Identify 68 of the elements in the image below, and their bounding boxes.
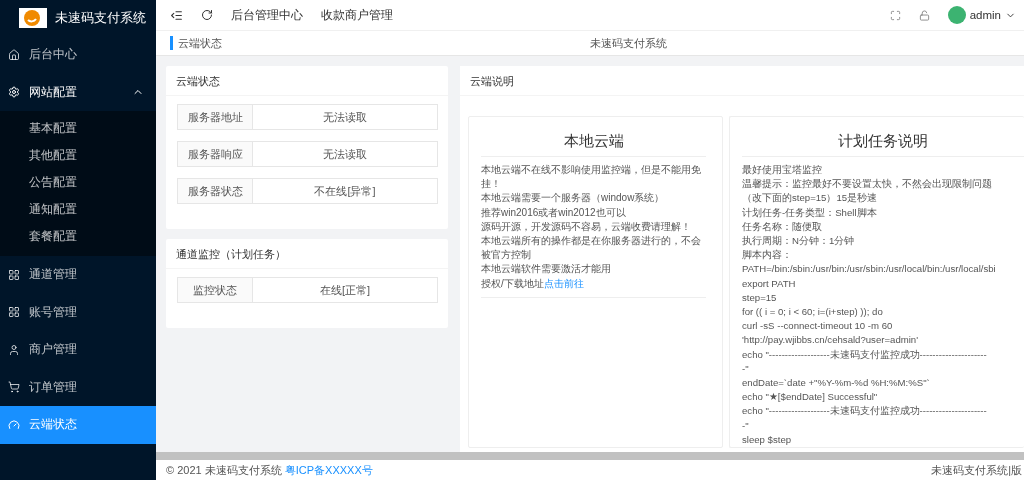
- sidebar-item[interactable]: 后台中心: [0, 36, 156, 74]
- nav-link[interactable]: 收款商户管理: [321, 7, 393, 23]
- field-label: 服务器响应: [177, 141, 253, 167]
- info-text: 本地云端不在线不影响使用监控端，但是不能用免挂！: [481, 163, 702, 192]
- field-value: 无法读取: [253, 141, 438, 167]
- tab[interactable]: 云端状态: [170, 36, 222, 50]
- info-text: 源码开源，开发源码不容易，云端收费请理解！: [481, 219, 692, 234]
- info-text: 推荐win2016或者win2012也可以: [481, 205, 627, 220]
- scrollbar[interactable]: [156, 452, 1024, 460]
- sidebar-item[interactable]: 商户管理: [0, 331, 156, 369]
- info-text: 最好使用宝塔监控: [742, 163, 823, 177]
- menu-icon: [8, 343, 20, 356]
- field-value: 在线[正常]: [253, 277, 438, 303]
- info-text: 任务名称：随便取: [742, 219, 823, 234]
- lock-icon[interactable]: [918, 9, 930, 21]
- info-text: 本地云端需要一个服务器（window系统）: [481, 191, 666, 206]
- field-label: 服务器地址: [177, 104, 253, 130]
- info-text: echo "-------------------未速码支付监控成功---------------------: [742, 347, 988, 362]
- sidebar-item[interactable]: 通道管理: [0, 256, 156, 294]
- menu-icon: [8, 268, 20, 281]
- info-text: PATH=/bin:/sbin:/usr/bin:/usr/sbin:/usr/local/bin:/usr/local/sbi: [742, 262, 997, 277]
- user-name[interactable]: admin: [969, 9, 1001, 21]
- avatar[interactable]: [947, 6, 966, 24]
- field-value: 无法读取: [253, 104, 438, 130]
- info-text: -": [742, 361, 750, 376]
- info-text: 本地云端软件需要激活才能用: [481, 262, 612, 277]
- panel-title: 云端说明: [460, 66, 1024, 96]
- refresh-icon[interactable]: [201, 9, 213, 21]
- info-text: 'http://pay.wjibbs.cn/cehsald?user=admin': [742, 333, 919, 348]
- page-title: 未速码支付系统: [590, 35, 667, 51]
- card-title: 云端状态: [166, 66, 448, 96]
- info-text: for (( i = 0; i < 60; i=(i+step) )); do: [742, 305, 884, 320]
- info-text: 计划任务-任务类型：Shell脚本: [742, 205, 878, 220]
- menu-icon: [8, 48, 20, 61]
- info-text: echo "★[$endDate] Successful": [742, 390, 879, 405]
- info-text: （改下面的step=15）15是秒速: [742, 191, 879, 206]
- info-text: echo "-------------------未速码支付监控成功---------------------: [742, 404, 988, 419]
- field-value: 不在线[异常]: [253, 178, 438, 204]
- copyright-text: © 2021 未速码支付系统: [166, 462, 283, 478]
- sidebar-item[interactable]: 账号管理: [0, 293, 156, 331]
- info-text: step=15: [742, 290, 778, 305]
- menu-icon: [8, 86, 20, 99]
- info-text: 执行周期：N分钟：1分钟: [742, 234, 856, 248]
- info-text: endDate=`date +"%Y-%m-%d %H:%M:%S"`: [742, 376, 931, 391]
- card-title: 本地云端: [481, 125, 706, 157]
- sidebar-item[interactable]: 网站配置: [0, 73, 156, 111]
- info-text: sleep $step: [742, 432, 793, 447]
- field-label: 服务器状态: [177, 178, 253, 204]
- menu-icon: [8, 306, 20, 319]
- menu-icon[interactable]: [170, 8, 183, 22]
- info-text: 温馨提示：监控最好不要设置太快，不然会出现限制问题: [742, 177, 993, 192]
- info-text: 本地云端所有的操作都是在你服务器进行的，不会被官方控制: [481, 234, 702, 263]
- footer-text: 未速码支付系统|版: [931, 462, 1022, 478]
- card-title: 计划任务说明: [742, 125, 1024, 157]
- info-text: 脚本内容：: [742, 248, 793, 263]
- info-text: -": [742, 418, 750, 433]
- info-text: curl -sS --connect-timeout 10 -m 60: [742, 319, 894, 334]
- menu-icon: [8, 418, 20, 431]
- field-label: 监控状态: [177, 277, 253, 303]
- info-text: export PATH: [742, 276, 797, 291]
- fullscreen-icon[interactable]: [889, 9, 901, 21]
- info-text: 授权/下载地址: [481, 277, 544, 289]
- sidebar-item[interactable]: 订单管理: [0, 368, 156, 406]
- card-title: 通道监控（计划任务）: [166, 239, 448, 269]
- logo-text: 未速码支付系统: [55, 9, 146, 27]
- nav-link[interactable]: 后台管理中心: [231, 7, 303, 23]
- logo-icon: [19, 8, 47, 28]
- menu-icon: [8, 381, 20, 394]
